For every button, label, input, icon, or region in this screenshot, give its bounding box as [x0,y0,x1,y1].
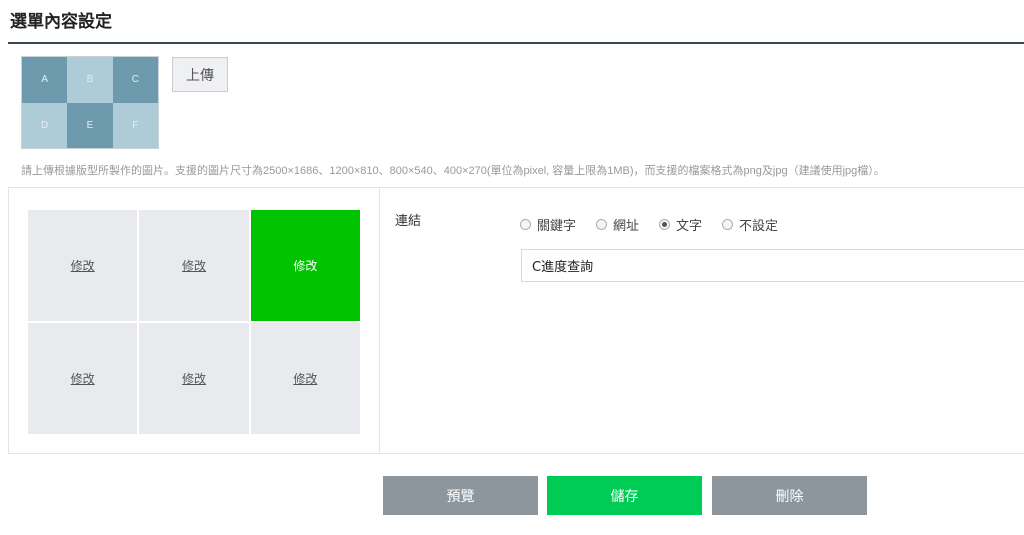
title-divider [8,42,1024,44]
edit-link[interactable]: 修改 [182,370,206,387]
preview-button[interactable]: 預覽 [383,476,538,515]
radio-none[interactable]: 不設定 [722,215,778,234]
area-block-6[interactable]: 修改 [250,323,360,434]
link-text-input[interactable] [521,249,1024,282]
thumbnail-cell-b: B [67,57,113,103]
thumbnail-cell-a: A [22,57,68,103]
link-label: 連結 [395,214,422,229]
thumbnail-cell-c: C [112,57,158,103]
radio-button-icon[interactable] [520,219,531,230]
area-block-5[interactable]: 修改 [139,323,249,434]
radio-url-label: 網址 [613,219,640,234]
edit-link[interactable]: 修改 [71,257,95,274]
template-thumbnail: A B C D E F [21,56,159,149]
area-block-1[interactable]: 修改 [28,210,138,321]
radio-keyword-label: 關鍵字 [537,219,577,234]
radio-button-icon[interactable] [596,219,608,230]
radio-text[interactable]: 文字 [659,215,702,234]
upload-button[interactable]: 上傳 [172,57,228,92]
radio-keyword[interactable]: 關鍵字 [520,215,576,234]
radio-button-icon[interactable] [722,219,734,230]
upload-hint: 請上傳根據版型所製作的圖片。支援的圖片尺寸為2500×1686、1200×810… [21,165,885,177]
link-type-radio-group: 關鍵字 網址 文字 不設定 [520,215,798,234]
edit-link[interactable]: 修改 [182,257,206,274]
edit-link[interactable]: 修改 [293,257,317,274]
edit-link[interactable]: 修改 [293,370,317,387]
delete-button[interactable]: 刪除 [712,476,867,515]
panel-divider [379,188,380,453]
radio-button-checked-icon[interactable] [659,219,671,230]
thumbnail-cell-e: E [67,102,113,148]
area-block-4[interactable]: 修改 [28,323,138,434]
area-block-2[interactable]: 修改 [139,210,249,321]
thumbnail-cell-d: D [22,102,68,148]
thumbnail-cell-f: F [112,102,158,148]
area-block-3-selected[interactable]: 修改 [250,210,360,321]
save-button[interactable]: 儲存 [547,476,702,515]
edit-link[interactable]: 修改 [71,370,95,387]
area-grid: 修改 修改 修改 修改 修改 修改 [28,210,360,434]
radio-text-label: 文字 [676,219,703,234]
page-title: 選單內容設定 [10,12,112,32]
radio-none-label: 不設定 [739,219,779,234]
radio-url[interactable]: 網址 [596,215,639,234]
